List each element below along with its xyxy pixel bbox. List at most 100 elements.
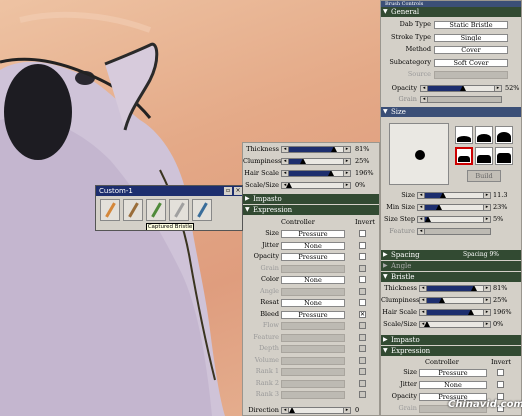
bristle-section-header[interactable]: ▼ Bristle — [381, 272, 521, 282]
brush-variant-button-1[interactable] — [100, 199, 120, 221]
slider-fill — [428, 86, 463, 91]
size-step-slider[interactable]: ◂ ▸ — [417, 216, 491, 223]
depth-controller-select — [281, 345, 345, 353]
subcategory-label: Subcategory — [389, 57, 431, 66]
slider-thumb[interactable] — [331, 147, 337, 152]
impasto-section-header[interactable]: ▶ Impasto — [381, 335, 521, 345]
jitter-invert-checkbox[interactable] — [497, 381, 504, 388]
thickness-slider[interactable]: ◂ ▸ — [281, 146, 351, 153]
angle-header-label: Angle — [391, 262, 412, 270]
flow-controller-select — [281, 322, 345, 330]
brush-variant-button-3[interactable] — [146, 199, 166, 221]
expand-triangle-icon: ▶ — [383, 336, 388, 343]
slider-fill — [427, 286, 474, 291]
dab-shape-button-1[interactable] — [455, 126, 473, 144]
bristle-expression-panel: Thickness ◂ ▸ 81% Clumpiness ◂ ▸ 25% Hair Scale ◂… — [242, 142, 380, 416]
minimize-icon[interactable]: ▫ — [224, 187, 232, 195]
expression-header-label: Expression — [391, 347, 431, 355]
slider-thumb[interactable] — [468, 310, 474, 315]
clumpiness-slider[interactable]: ◂ ▸ — [419, 297, 491, 304]
opacity-value: 52% — [505, 84, 520, 92]
direction-slider[interactable]: ◂ ▸ — [281, 407, 351, 414]
size-controller-select[interactable]: Pressure — [419, 369, 487, 377]
grain-slider-disabled: ◂ — [420, 96, 502, 103]
jitter-controller-select[interactable]: None — [281, 241, 345, 250]
size-step-label: Size Step — [384, 215, 415, 223]
slider-thumb[interactable] — [424, 322, 430, 327]
min-size-slider[interactable]: ◂ ▸ — [417, 204, 491, 211]
dab-shape-button-3[interactable] — [495, 126, 513, 144]
brush-variant-button-5[interactable] — [192, 199, 212, 221]
slider-thumb[interactable] — [436, 205, 442, 210]
build-button[interactable]: Build — [467, 170, 501, 182]
thickness-slider[interactable]: ◂ ▸ — [419, 285, 491, 292]
slider-thumb[interactable] — [286, 183, 292, 188]
dab-shape-button-4[interactable] — [455, 147, 473, 165]
slider-thumb[interactable] — [471, 286, 477, 291]
dab-shape-button-2[interactable] — [475, 126, 493, 144]
size-controller-select[interactable]: Pressure — [281, 230, 345, 238]
slider-thumb[interactable] — [425, 217, 431, 222]
resat-invert-checkbox[interactable] — [359, 299, 366, 306]
size-invert-checkbox[interactable] — [497, 369, 504, 376]
subcategory-select[interactable]: Soft Cover — [434, 58, 508, 67]
size-invert-checkbox[interactable] — [359, 230, 366, 237]
stroke-type-select[interactable]: Single — [434, 33, 508, 42]
scale-size-slider[interactable]: ◂ ▸ — [281, 182, 351, 189]
method-select[interactable]: Cover — [434, 46, 508, 54]
source-label: Source — [407, 70, 431, 78]
opacity-label: Opacity — [253, 252, 279, 260]
impasto-section-header[interactable]: ▶ Impasto — [243, 194, 379, 204]
clumpiness-label: Clumpiness — [381, 296, 420, 304]
dab-shape-button-5[interactable] — [475, 147, 493, 165]
slider-thumb[interactable] — [460, 86, 466, 91]
size-slider[interactable]: ◂ ▸ — [417, 192, 491, 199]
jitter-controller-select[interactable]: None — [419, 381, 487, 389]
collapse-triangle-icon: ▼ — [383, 273, 388, 280]
general-section-header[interactable]: ▼ General — [381, 7, 521, 17]
hair-scale-label: Hair Scale — [382, 308, 417, 316]
palette-titlebar[interactable]: Custom-1 ▫ × — [96, 186, 242, 196]
scale-size-slider[interactable]: ◂ ▸ — [419, 321, 491, 328]
opacity-invert-checkbox[interactable] — [359, 253, 366, 260]
close-icon[interactable]: × — [234, 187, 242, 195]
hair-scale-slider[interactable]: ◂ ▸ — [419, 309, 491, 316]
spacing-section-header[interactable]: ▶ Spacing Spacing 9% — [381, 250, 521, 260]
slider-thumb[interactable] — [440, 193, 446, 198]
jitter-invert-checkbox[interactable] — [359, 241, 366, 249]
dab-type-select[interactable]: Static Bristle — [434, 21, 508, 29]
angle-section-header[interactable]: ▶ Angle — [381, 261, 521, 271]
arrow-right-icon: ▸ — [483, 298, 490, 303]
clumpiness-label: Clumpiness — [243, 157, 282, 165]
color-invert-checkbox[interactable] — [359, 276, 366, 283]
stroke-type-label: Stroke Type — [391, 32, 431, 41]
brush-controls-panel: Brush Controls ▼ General Dab Type Static … — [380, 0, 522, 416]
grain-invert-checkbox — [359, 264, 366, 272]
opacity-controller-select[interactable]: Pressure — [281, 253, 345, 261]
angle-controller-select — [281, 287, 345, 296]
color-controller-select[interactable]: None — [281, 276, 345, 284]
expression-section-header[interactable]: ▼ Expression — [243, 205, 379, 215]
slider-thumb[interactable] — [289, 408, 295, 413]
hair-scale-slider[interactable]: ◂ ▸ — [281, 170, 351, 177]
volume-invert-checkbox — [359, 356, 366, 364]
slider-fill — [289, 171, 331, 176]
feature-label: Feature — [253, 332, 279, 341]
arrow-right-icon: ▸ — [483, 193, 490, 198]
brush-variant-button-2[interactable] — [123, 199, 143, 221]
opacity-slider[interactable]: ◂ ▸ — [420, 85, 502, 92]
impasto-header-label: Impasto — [253, 195, 282, 203]
slider-thumb[interactable] — [328, 171, 334, 176]
bleed-invert-checkbox[interactable]: ✕ — [359, 310, 366, 318]
brush-icon — [128, 202, 139, 218]
expression-section-header[interactable]: ▼ Expression — [381, 346, 521, 356]
arrow-left-icon: ◂ — [282, 408, 289, 413]
bleed-controller-select[interactable]: Pressure — [281, 310, 345, 319]
slider-thumb[interactable] — [300, 159, 306, 164]
dab-shape-button-6[interactable] — [495, 147, 513, 165]
resat-controller-select[interactable]: None — [281, 299, 345, 307]
slider-thumb[interactable] — [439, 298, 445, 303]
brush-variant-button-4[interactable] — [169, 199, 189, 221]
clumpiness-slider[interactable]: ◂ ▸ — [281, 158, 351, 165]
size-section-header[interactable]: ▼ Size — [381, 107, 521, 117]
